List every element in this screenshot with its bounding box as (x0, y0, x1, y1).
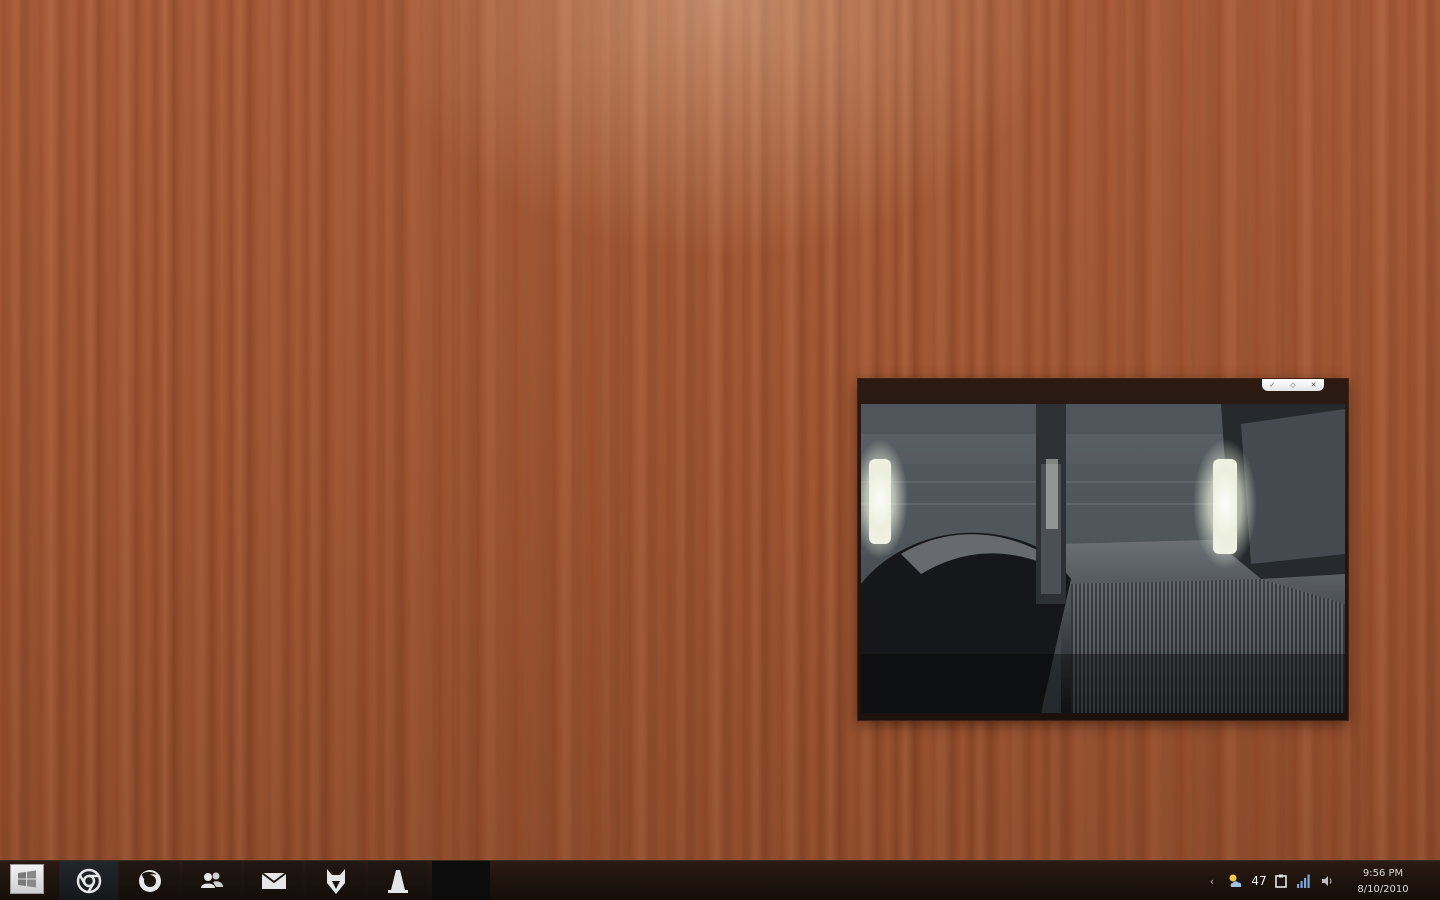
firefox-icon (138, 869, 161, 892)
slideshow-gadget[interactable]: ✓ ◇ ✕ (858, 379, 1348, 720)
gadget-close-button[interactable]: ✕ (1307, 380, 1321, 390)
people-icon (200, 872, 223, 888)
gadget-toolbar: ✓ ◇ ✕ (1262, 379, 1324, 391)
taskbar-vlc-button[interactable] (368, 861, 427, 900)
windows-logo-icon (18, 870, 36, 888)
clipboard-tray-button[interactable] (1272, 872, 1290, 890)
fox-icon (326, 868, 345, 894)
taskbar-chrome-button[interactable] (59, 861, 118, 900)
weather-gadget-tray[interactable] (1226, 872, 1246, 890)
network-signal-icon (1297, 874, 1310, 888)
temperature-label: 47 (1251, 874, 1267, 888)
clipboard-icon (1275, 874, 1287, 888)
taskbar-firefox-button[interactable] (120, 861, 179, 900)
volume-tray-button[interactable] (1318, 872, 1336, 890)
taskbar-foxit-button[interactable] (306, 861, 365, 900)
taskbar-clock[interactable]: 9:56 PM 8/10/2010 (1348, 866, 1418, 898)
clock-date: 8/10/2010 (1357, 884, 1409, 895)
system-tray: ‹ 47 9:56 PM 8/10/2010 (1200, 861, 1440, 900)
weather-icon (1229, 874, 1242, 887)
taskbar-mail-button[interactable] (244, 861, 303, 900)
envelope-icon (260, 871, 287, 889)
start-button[interactable] (10, 864, 44, 894)
taskbar: ‹ 47 9:56 PM 8/10/2010 (0, 860, 1440, 900)
network-tray-button[interactable] (1294, 872, 1314, 890)
gadget-options-button[interactable]: ✓ (1265, 380, 1279, 390)
cone-icon (387, 869, 408, 893)
gadget-drag-handle[interactable]: ◇ (1286, 380, 1300, 390)
escalator-photo-image (861, 404, 1345, 713)
chrome-icon (76, 868, 101, 893)
clock-time: 9:56 PM (1362, 868, 1404, 879)
volume-icon (1322, 876, 1332, 886)
taskbar-empty-slot[interactable] (432, 861, 490, 900)
taskbar-contacts-button[interactable] (182, 861, 241, 900)
show-hidden-icons-button[interactable]: ‹ (1204, 872, 1220, 890)
slideshow-photo[interactable] (861, 404, 1345, 713)
